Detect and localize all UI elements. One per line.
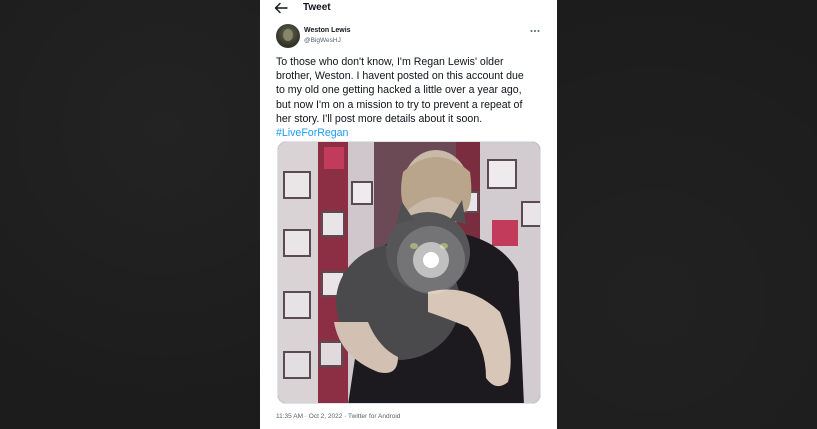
page-title: Tweet — [303, 2, 331, 13]
tweet-text-line: To those who don't know, I'm Regan Lewis… — [276, 56, 504, 68]
tweet-card: Tweet Weston Lewis @BigWesHJ To those wh… — [260, 0, 557, 429]
author-row: Weston Lewis @BigWesHJ — [276, 24, 541, 50]
arrow-left-icon[interactable] — [274, 2, 288, 14]
tweet-text-line: brother, Weston. I havent posted on this… — [276, 70, 524, 83]
tweet-text-line: to my old one getting hacked a little ov… — [276, 84, 522, 97]
author-handle[interactable]: @BigWesHJ — [304, 37, 341, 44]
camera-flash — [423, 252, 439, 268]
tweet-text-line: her story. I'll post more details about … — [276, 112, 483, 125]
photo-image — [278, 142, 540, 403]
tweet-text-line: but now I'm on a mission to try to preve… — [276, 98, 523, 111]
avatar[interactable] — [276, 24, 300, 48]
more-horizontal-icon[interactable] — [529, 27, 541, 35]
tweet-header: Tweet — [260, 0, 557, 18]
tweet-text: To those who don't know, I'm Regan Lewis… — [276, 55, 544, 140]
tweet-photo[interactable] — [277, 141, 541, 404]
author-display-name[interactable]: Weston Lewis — [304, 27, 351, 34]
tweet-timestamp[interactable]: 11:35 AM · Oct 2, 2022 · Twitter for And… — [276, 413, 400, 420]
hashtag-link[interactable]: #LiveForRegan — [276, 126, 544, 140]
